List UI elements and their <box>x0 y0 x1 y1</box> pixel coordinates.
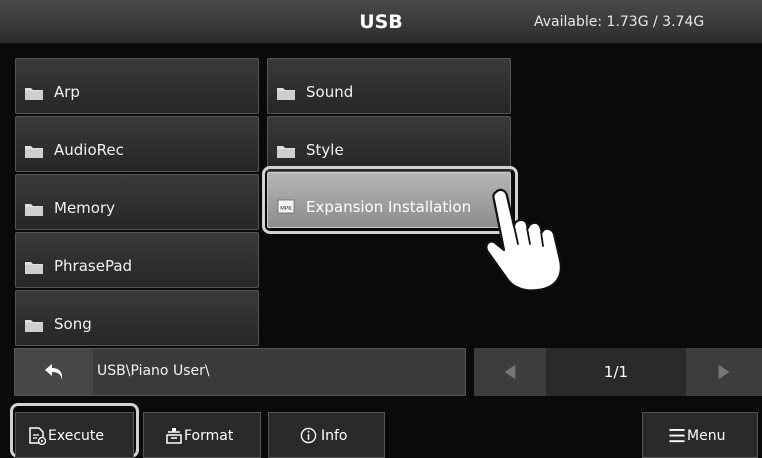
folder-label: AudioRec <box>54 141 124 159</box>
prev-page-button[interactable] <box>474 348 546 396</box>
execute-button[interactable]: Execute <box>15 412 134 458</box>
folder-label: Style <box>306 141 344 159</box>
folder-icon <box>25 262 43 274</box>
file-label: Expansion Installation <box>306 198 472 216</box>
info-icon <box>300 427 317 444</box>
folder-label: Sound <box>306 83 354 101</box>
folder-style[interactable]: Style <box>267 116 511 172</box>
current-path: USB\Piano User\ <box>97 363 210 379</box>
folder-song[interactable]: Song <box>15 290 259 346</box>
folder-memory[interactable]: Memory <box>15 174 259 230</box>
svg-text:MPK: MPK <box>280 206 292 212</box>
page-indicator: 1/1 <box>603 363 629 381</box>
folder-label: Arp <box>54 83 80 101</box>
left-arrow-icon <box>504 364 516 380</box>
folder-sound[interactable]: Sound <box>267 58 511 114</box>
info-button[interactable]: Info <box>268 412 385 458</box>
folder-phrasepad[interactable]: PhrasePad <box>15 232 259 288</box>
folder-icon <box>25 204 43 216</box>
back-button[interactable] <box>15 349 93 395</box>
back-arrow-icon <box>45 364 63 380</box>
folder-label: PhrasePad <box>54 257 133 275</box>
storage-available: Available: 1.73G / 3.74G <box>534 14 705 30</box>
mpk-file-icon: MPK <box>277 199 295 214</box>
folder-icon <box>25 146 43 158</box>
header-bar: USB Available: 1.73G / 3.74G <box>0 0 762 44</box>
menu-icon <box>669 428 685 443</box>
folder-icon <box>25 88 43 100</box>
folder-icon <box>277 146 295 158</box>
folder-label: Song <box>54 315 92 333</box>
format-label: Format <box>184 428 234 444</box>
execute-icon <box>29 427 46 445</box>
folder-audiorec[interactable]: AudioRec <box>15 116 259 172</box>
info-label: Info <box>321 428 348 444</box>
right-arrow-icon <box>718 364 730 380</box>
folder-label: Memory <box>54 199 116 217</box>
format-icon <box>166 428 182 444</box>
path-bar: USB\Piano User\ <box>14 348 466 396</box>
folder-arp[interactable]: Arp <box>15 58 259 114</box>
folder-icon <box>277 88 295 100</box>
menu-label: Menu <box>687 428 726 444</box>
usb-screen: USB Available: 1.73G / 3.74G Arp AudioRe… <box>0 0 762 458</box>
execute-label: Execute <box>48 428 104 444</box>
next-page-button[interactable] <box>686 348 762 396</box>
pager: 1/1 <box>474 348 762 396</box>
folder-icon <box>25 320 43 332</box>
pointing-hand-icon <box>485 188 562 292</box>
format-button[interactable]: Format <box>143 412 261 458</box>
menu-button[interactable]: Menu <box>642 412 758 458</box>
